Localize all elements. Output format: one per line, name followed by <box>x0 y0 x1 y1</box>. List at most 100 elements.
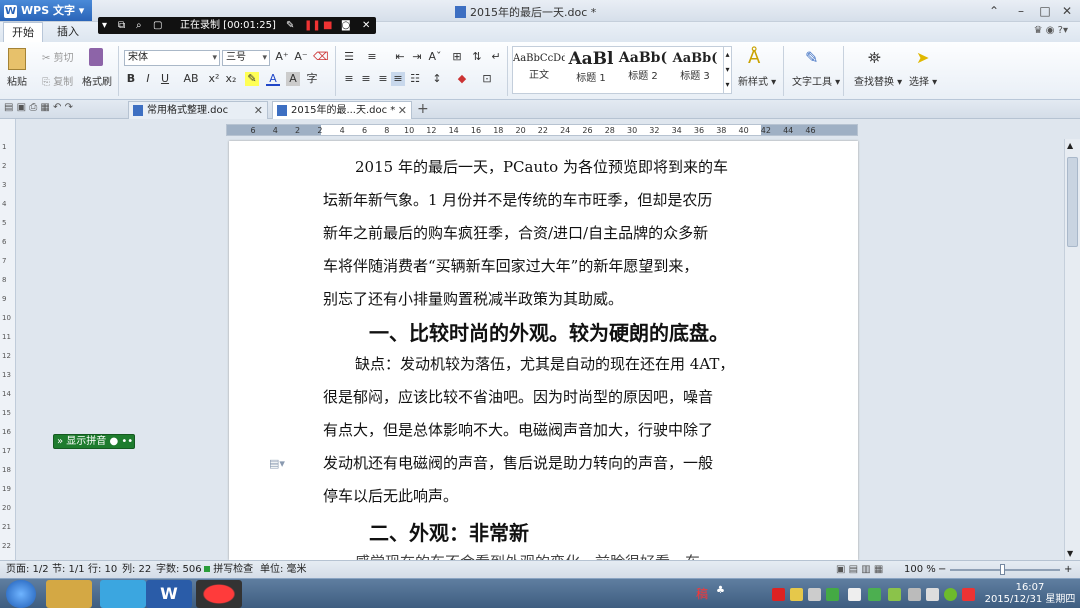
style-heading-1[interactable]: AaBl 标题 1 <box>565 47 617 93</box>
word-count[interactable]: 字数: 506 <box>156 561 202 578</box>
underline-button[interactable]: U <box>158 72 172 86</box>
copy-button[interactable]: ⎘ 复制 <box>42 73 73 88</box>
help-icons[interactable]: ♛ ◉ ?▾ <box>1034 25 1068 36</box>
scroll-thumb[interactable] <box>1067 157 1078 247</box>
text-tools-icon[interactable]: ✎ <box>805 48 825 68</box>
close-tab-icon[interactable]: ✕ <box>398 102 407 119</box>
bullet-list-icon[interactable]: ☰ <box>342 50 356 64</box>
volume-icon[interactable] <box>926 588 939 601</box>
maximize-button[interactable]: □ <box>1036 3 1054 19</box>
wps-writer-taskbar-icon[interactable]: W <box>146 580 192 608</box>
zoom-level[interactable]: 100 % <box>904 561 936 578</box>
align-right-icon[interactable]: ≡ <box>376 72 390 86</box>
document-page[interactable]: 2015 年的最后一天，PCauto 为各位预览即将到来的车 坛新年新气象。1 … <box>229 141 858 571</box>
align-center-icon[interactable]: ≡ <box>359 72 373 86</box>
tray-app-icon[interactable] <box>826 588 839 601</box>
style-normal[interactable]: AaBbCcDd 正文 <box>513 47 565 93</box>
align-left-icon[interactable]: ≡ <box>342 72 356 86</box>
border-icon[interactable]: ⊡ <box>480 72 494 86</box>
style-heading-3[interactable]: AaBb(标题 3 <box>669 47 721 93</box>
highlight-icon[interactable]: ✎ <box>245 72 259 86</box>
paste-icon[interactable] <box>8 48 26 70</box>
recorder-stop-icon[interactable]: ■ <box>323 17 332 34</box>
numbered-list-icon[interactable]: ≡ <box>365 50 379 64</box>
line-spacing-icon[interactable]: ↕ <box>430 72 444 86</box>
spell-check[interactable]: 拼写检查 <box>204 561 253 578</box>
paragraph-cons[interactable]: 缺点：发动机较为落伍，尤其是自动的现在还在用 4AT， 很是郁闷，应该比较不省油… <box>323 348 763 513</box>
recorder-zoom-icon[interactable]: ⌕ <box>136 17 142 34</box>
zoom-slider-knob[interactable] <box>1000 564 1005 575</box>
format-painter-button[interactable]: 格式刷 <box>82 73 112 88</box>
tray-plus-icon[interactable] <box>944 588 957 601</box>
page-count[interactable]: 页面: 1/2 <box>6 561 49 578</box>
binoculars-icon[interactable]: ⛯ <box>868 48 888 68</box>
justify-icon[interactable]: ≡ <box>391 72 405 86</box>
superscript-button[interactable]: x² <box>207 72 221 86</box>
paragraph-tag-icon[interactable]: ▤▾ <box>269 457 285 470</box>
recorder-region-icon[interactable]: ▢ <box>153 17 162 34</box>
scroll-up-icon[interactable]: ▲ <box>1067 141 1073 150</box>
view-mode-icons[interactable]: ▣ ▤ ▥ ▦ <box>836 561 883 578</box>
tray-app-icon[interactable] <box>962 588 975 601</box>
close-button[interactable]: ✕ <box>1058 3 1076 19</box>
recorder-taskbar-icon[interactable] <box>196 580 242 608</box>
paragraph-intro[interactable]: 2015 年的最后一天，PCauto 为各位预览即将到来的车 坛新年新气象。1 … <box>323 151 763 316</box>
heading-1[interactable]: 一、比较时尚的外观。较为硬朗的底盘。 <box>369 317 729 346</box>
bold-button[interactable]: B <box>124 72 138 86</box>
unit-label[interactable]: 单位: 毫米 <box>260 561 307 578</box>
recorder-pause-icon[interactable]: ❚❚ <box>304 17 321 34</box>
paste-button[interactable]: 粘贴 <box>7 73 27 88</box>
tray-app-icon[interactable] <box>868 588 881 601</box>
new-style-button[interactable]: 新样式 ▾ <box>738 73 776 88</box>
phonetic-guide-icon[interactable]: 字 <box>305 72 319 86</box>
decrease-indent-icon[interactable]: ⇤ <box>393 50 407 64</box>
pinyin-widget[interactable]: » 显示拼音 ● •• <box>53 434 135 449</box>
format-painter-icon[interactable] <box>89 48 103 66</box>
shrink-font-icon[interactable]: A⁻ <box>294 50 308 64</box>
char-shading-icon[interactable]: A <box>286 72 300 86</box>
font-family-select[interactable]: 宋体 <box>124 50 220 66</box>
sort-icon[interactable]: ⇅ <box>470 50 484 64</box>
recorder-window-icon[interactable]: ⧉ <box>118 17 125 34</box>
input-method-icon[interactable]: 稿 <box>696 585 708 602</box>
distribute-icon[interactable]: ☷ <box>408 72 422 86</box>
ime-settings-icon[interactable]: ♣ <box>716 585 725 596</box>
collapse-ribbon-icon[interactable]: ⌃ <box>985 3 1003 19</box>
zoom-slider[interactable] <box>950 569 1060 571</box>
zoom-out-icon[interactable]: − <box>938 561 946 578</box>
increase-indent-icon[interactable]: ⇥ <box>410 50 424 64</box>
style-scroll-icon[interactable]: ▴ ▾ ▾ <box>723 47 731 93</box>
cut-button[interactable]: ✂ 剪切 <box>42 49 74 64</box>
explorer-taskbar-icon[interactable] <box>46 580 92 608</box>
text-direction-icon[interactable]: Aˇ <box>428 50 442 64</box>
close-tab-icon[interactable]: ✕ <box>254 102 263 119</box>
subscript-button[interactable]: x₂ <box>224 72 238 86</box>
tray-record-icon[interactable] <box>772 588 785 601</box>
new-style-icon[interactable]: Å <box>748 48 766 68</box>
text-tools-button[interactable]: 文字工具 ▾ <box>792 73 840 88</box>
network-icon[interactable] <box>908 588 921 601</box>
zoom-in-icon[interactable]: + <box>1064 561 1072 578</box>
clear-format-icon[interactable]: ⌫ <box>313 50 329 64</box>
tray-shield-icon[interactable] <box>790 588 803 601</box>
heading-2[interactable]: 二、外观：非常新 <box>369 517 529 546</box>
recorder-menu-icon[interactable]: ▾ <box>102 17 107 34</box>
select-button[interactable]: 选择 ▾ <box>909 73 937 88</box>
strikethrough-button[interactable]: AB <box>180 72 202 86</box>
tab-home[interactable]: 开始 <box>3 22 43 42</box>
quick-access-icons[interactable]: ▤ ▣ ⎙ ▦ ↶ ↷ <box>4 102 73 113</box>
recorder-camera-icon[interactable]: ◙ <box>341 17 351 34</box>
select-cursor-icon[interactable]: ➤ <box>916 48 932 68</box>
style-heading-2[interactable]: AaBb(标题 2 <box>617 47 669 93</box>
shading-icon[interactable]: ◆ <box>455 72 469 86</box>
tab-insert[interactable]: 插入 <box>49 22 87 42</box>
font-size-select[interactable]: 三号 <box>222 50 270 66</box>
find-replace-button[interactable]: 查找替换 ▾ <box>854 73 902 88</box>
tray-app-icon[interactable] <box>888 588 901 601</box>
recorder-pen-icon[interactable]: ✎ <box>286 17 294 34</box>
show-marks-icon[interactable]: ↵ <box>489 50 503 64</box>
wps-menu-button[interactable]: W WPS 文字 ▾ <box>0 0 92 21</box>
tray-app-icon[interactable] <box>808 588 821 601</box>
scroll-down-icon[interactable]: ▼ <box>1067 549 1073 558</box>
tray-app-icon[interactable] <box>848 588 861 601</box>
